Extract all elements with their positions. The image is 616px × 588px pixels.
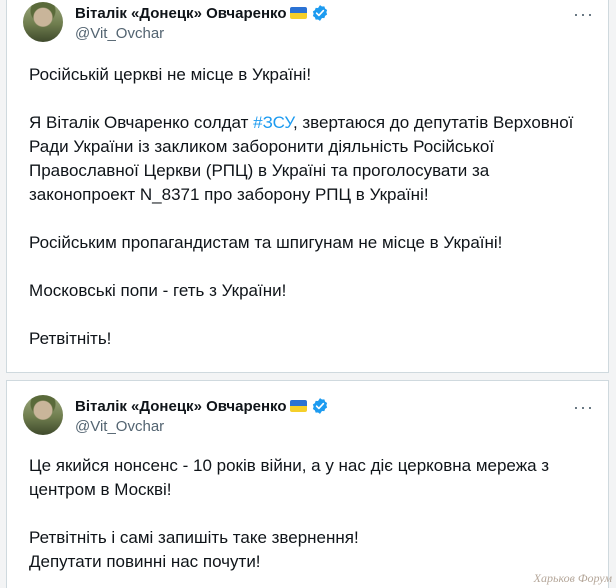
verified-badge-icon xyxy=(313,5,328,21)
text-span: Я Віталік Овчаренко солдат xyxy=(29,113,254,132)
tweet-paragraph: Це якийся нонсенс - 10 років війни, а у … xyxy=(29,456,550,499)
tweet-paragraph: Московські попи - геть з України! xyxy=(29,281,287,300)
author-name[interactable]: Віталік «Донецк» Овчаренко xyxy=(75,5,286,22)
avatar[interactable] xyxy=(23,2,63,42)
tweet-paragraph: Ретвітніть! xyxy=(29,329,112,348)
tweet-paragraph: Ретвітніть і самі запишіть таке зверненн… xyxy=(29,528,359,547)
tweet-text: Російській церкві не місце в Україні! Я … xyxy=(29,63,596,351)
tweet-text: Це якийся нонсенс - 10 років війни, а у … xyxy=(29,454,596,574)
tweet-card-1[interactable]: Віталік «Донецк» Овчаренко @Vit_Ovchar ·… xyxy=(6,0,609,373)
hashtag-link[interactable]: #ЗСУ xyxy=(253,113,293,132)
ukraine-flag-icon xyxy=(290,7,308,19)
tweet-paragraph: Депутати повинні нас почути! xyxy=(29,552,261,571)
author-row: Віталік «Донецк» Овчаренко xyxy=(75,396,329,416)
author-name[interactable]: Віталік «Донецк» Овчаренко xyxy=(75,398,286,415)
ukraine-flag-icon xyxy=(290,400,308,412)
tweet-paragraph: Російським пропагандистам та шпигунам не… xyxy=(29,233,503,252)
more-options-icon[interactable]: ··· xyxy=(573,397,594,418)
tweet-paragraph: Я Віталік Овчаренко солдат #ЗСУ, звертаю… xyxy=(29,111,596,207)
tweet-card-2[interactable]: Віталік «Донецк» Овчаренко @Vit_Ovchar ·… xyxy=(6,380,609,588)
verified-badge-icon xyxy=(313,398,328,414)
tweet-paragraph: Російській церкві не місце в Україні! xyxy=(29,65,312,84)
author-handle[interactable]: @Vit_Ovchar xyxy=(75,418,164,435)
author-handle[interactable]: @Vit_Ovchar xyxy=(75,25,164,42)
author-row: Віталік «Донецк» Овчаренко xyxy=(75,3,329,23)
avatar[interactable] xyxy=(23,395,63,435)
more-options-icon[interactable]: ··· xyxy=(573,4,594,25)
watermark: Харьков Форум xyxy=(533,571,612,585)
